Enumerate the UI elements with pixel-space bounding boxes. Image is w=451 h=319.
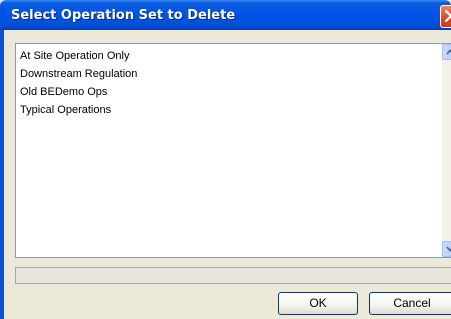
scroll-down-button[interactable] — [442, 241, 451, 257]
scroll-up-button[interactable] — [442, 44, 451, 60]
operation-set-list[interactable]: At Site Operation Only Downstream Regula… — [15, 43, 451, 258]
title-bar[interactable]: Select Operation Set to Delete — [0, 0, 451, 30]
status-bar — [15, 267, 451, 284]
close-icon — [445, 10, 451, 22]
list-item[interactable]: At Site Operation Only — [20, 49, 129, 63]
list-item[interactable]: Downstream Regulation — [20, 67, 137, 81]
window-title: Select Operation Set to Delete — [11, 8, 236, 23]
list-item[interactable]: Old BEDemo Ops — [20, 85, 107, 99]
list-item[interactable]: Typical Operations — [20, 103, 111, 117]
chevron-down-icon — [446, 246, 451, 252]
cancel-button[interactable]: Cancel — [369, 292, 451, 315]
close-button[interactable] — [440, 5, 451, 28]
ok-button[interactable]: OK — [278, 292, 358, 315]
vertical-scrollbar[interactable] — [442, 44, 451, 257]
window-frame-left — [0, 30, 4, 319]
chevron-up-icon — [446, 49, 451, 55]
